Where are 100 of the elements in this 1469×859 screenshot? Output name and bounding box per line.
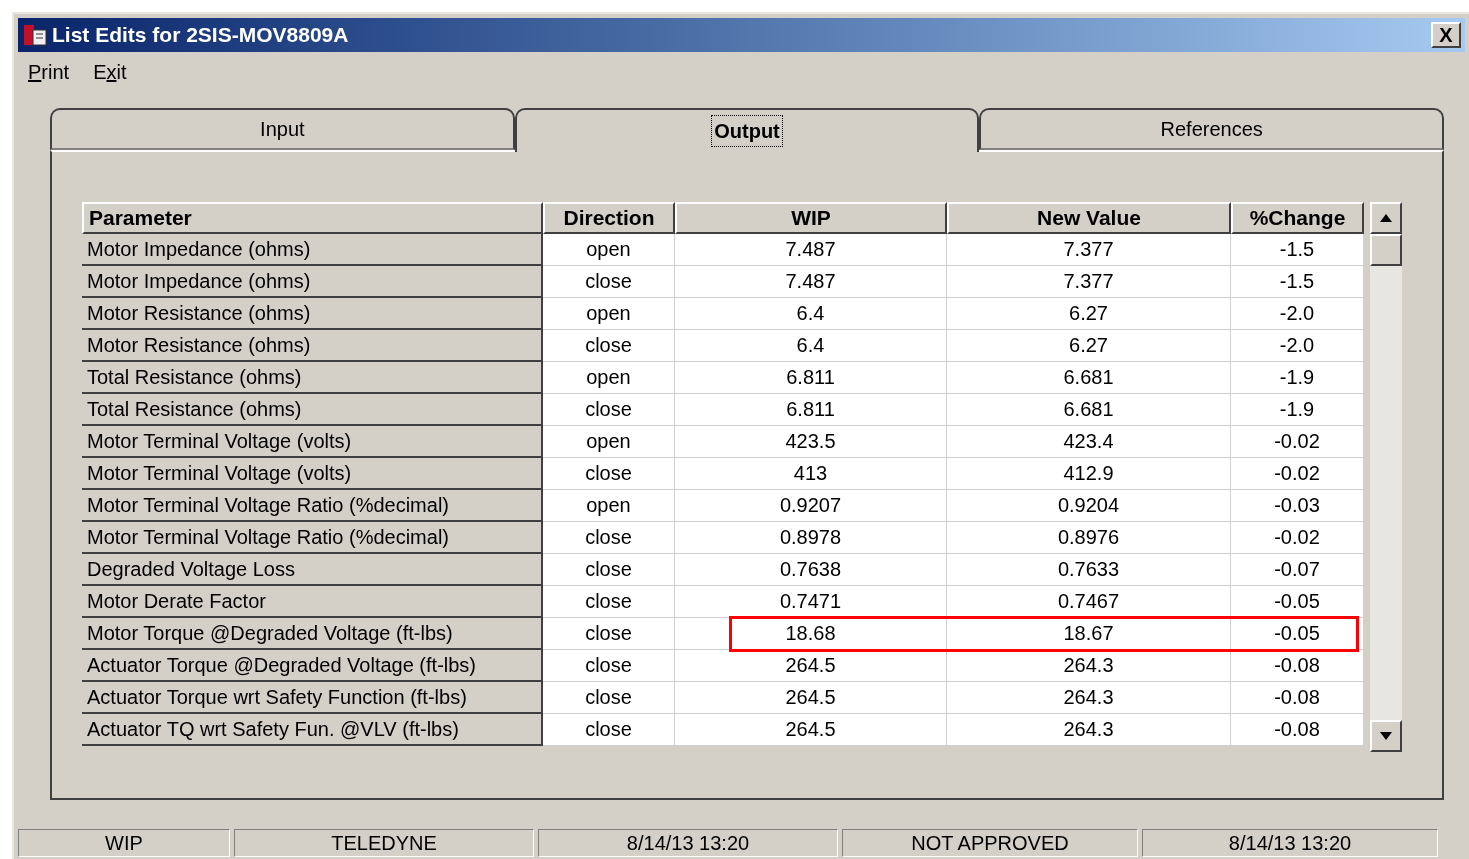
table-cell: -2.0 [1231, 298, 1364, 330]
table-cell: Motor Impedance (ohms) [82, 234, 543, 266]
table-cell: Motor Terminal Voltage Ratio (%decimal) [82, 490, 543, 522]
table-cell: -1.9 [1231, 362, 1364, 394]
table-cell: Motor Terminal Voltage Ratio (%decimal) [82, 522, 543, 554]
table-cell: 264.5 [675, 650, 947, 682]
table-cell: 18.67 [947, 618, 1231, 650]
tab[interactable]: Input [50, 108, 515, 150]
status-panel: 8/14/13 13:20 [1142, 829, 1438, 857]
table-cell: 6.27 [947, 298, 1231, 330]
table-cell: 7.377 [947, 234, 1231, 266]
table-cell: -2.0 [1231, 330, 1364, 362]
table-cell: 0.7471 [675, 586, 947, 618]
table-cell: open [543, 490, 675, 522]
table-cell: 264.3 [947, 650, 1231, 682]
table-cell: open [543, 362, 675, 394]
table-cell: 0.7633 [947, 554, 1231, 586]
close-button[interactable]: X [1431, 22, 1461, 48]
table-cell: 0.7467 [947, 586, 1231, 618]
table-cell: close [543, 682, 675, 714]
table-cell: Motor Resistance (ohms) [82, 298, 543, 330]
table-cell: -0.05 [1231, 586, 1364, 618]
table-cell: 7.377 [947, 266, 1231, 298]
table-cell: -1.9 [1231, 394, 1364, 426]
table-cell: 0.9207 [675, 490, 947, 522]
table-cell: Motor Derate Factor [82, 586, 543, 618]
table-cell: -0.02 [1231, 458, 1364, 490]
column-header[interactable]: Parameter [82, 202, 543, 234]
table-cell: close [543, 586, 675, 618]
table-cell: close [543, 554, 675, 586]
table-cell: 264.3 [947, 682, 1231, 714]
table-cell: close [543, 714, 675, 746]
table-cell: close [543, 458, 675, 490]
table-cell: Actuator TQ wrt Safety Fun. @VLV (ft-lbs) [82, 714, 543, 746]
table-cell: -1.5 [1231, 234, 1364, 266]
table-cell: open [543, 298, 675, 330]
table-cell: 6.681 [947, 362, 1231, 394]
table-cell: Motor Terminal Voltage (volts) [82, 426, 543, 458]
table-cell: 412.9 [947, 458, 1231, 490]
table-cell: -0.07 [1231, 554, 1364, 586]
table-cell: 0.8976 [947, 522, 1231, 554]
window-title: List Edits for 2SIS-MOV8809A [52, 22, 349, 49]
column-header[interactable]: Direction [543, 202, 675, 234]
table-cell: -0.08 [1231, 650, 1364, 682]
table-cell: close [543, 618, 675, 650]
table-cell: 6.4 [675, 330, 947, 362]
table-cell: 7.487 [675, 234, 947, 266]
table-cell: close [543, 266, 675, 298]
menu-item[interactable]: Exit [93, 57, 127, 87]
table-cell: -0.02 [1231, 426, 1364, 458]
table-cell: 7.487 [675, 266, 947, 298]
table-cell: close [543, 522, 675, 554]
table-cell: 264.3 [947, 714, 1231, 746]
table-cell: 0.9204 [947, 490, 1231, 522]
table-cell: open [543, 234, 675, 266]
table-cell: Total Resistance (ohms) [82, 362, 543, 394]
status-panel: 8/14/13 13:20 [538, 829, 838, 857]
scroll-thumb[interactable] [1370, 234, 1402, 266]
table-cell: open [543, 426, 675, 458]
table-cell: Motor Impedance (ohms) [82, 266, 543, 298]
scroll-down-button[interactable] [1370, 720, 1402, 752]
column-header[interactable]: %Change [1231, 202, 1364, 234]
scrollbar[interactable] [1370, 202, 1402, 752]
table-cell: 6.811 [675, 362, 947, 394]
tab[interactable]: Output [514, 108, 980, 152]
table-cell: close [543, 650, 675, 682]
menu-item[interactable]: Print [28, 57, 70, 87]
table-cell: Degraded Voltage Loss [82, 554, 543, 586]
table-cell: -1.5 [1231, 266, 1364, 298]
status-panel: TELEDYNE [234, 829, 534, 857]
table-cell: 413 [675, 458, 947, 490]
table-cell: -0.05 [1231, 618, 1364, 650]
table-cell: -0.08 [1231, 714, 1364, 746]
table-cell: -0.08 [1231, 682, 1364, 714]
table-cell: 18.68 [675, 618, 947, 650]
table-cell: Actuator Torque wrt Safety Function (ft-lbs) [82, 682, 543, 714]
table-cell: 6.811 [675, 394, 947, 426]
table-cell: 423.5 [675, 426, 947, 458]
down-arrow-icon [1380, 732, 1392, 740]
table-cell: -0.03 [1231, 490, 1364, 522]
table-cell: 6.27 [947, 330, 1231, 362]
table-cell: 264.5 [675, 682, 947, 714]
table-cell: close [543, 394, 675, 426]
up-arrow-icon [1380, 214, 1392, 222]
table-cell: 423.4 [947, 426, 1231, 458]
tab[interactable]: References [979, 108, 1444, 150]
table-cell: 6.4 [675, 298, 947, 330]
table-cell: Motor Resistance (ohms) [82, 330, 543, 362]
table-cell: close [543, 330, 675, 362]
status-panel: WIP [18, 829, 230, 857]
table-cell: -0.02 [1231, 522, 1364, 554]
table-cell: Motor Terminal Voltage (volts) [82, 458, 543, 490]
column-header[interactable]: WIP [675, 202, 947, 234]
scroll-up-button[interactable] [1370, 202, 1402, 234]
table-cell: 0.7638 [675, 554, 947, 586]
table-cell: Motor Torque @Degraded Voltage (ft-lbs) [82, 618, 543, 650]
table-cell: 6.681 [947, 394, 1231, 426]
table-cell: Total Resistance (ohms) [82, 394, 543, 426]
column-header[interactable]: New Value [947, 202, 1231, 234]
status-panel: NOT APPROVED [842, 829, 1138, 857]
